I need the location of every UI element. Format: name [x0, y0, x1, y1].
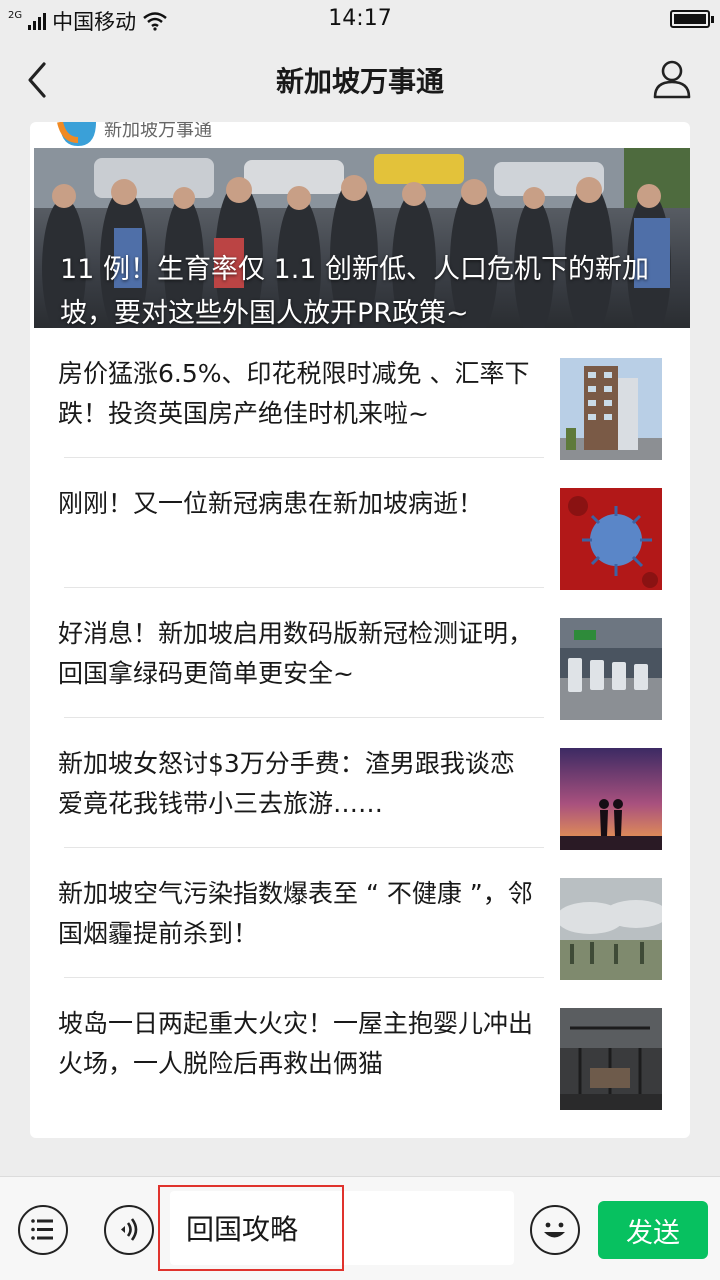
- battery-fill: [674, 14, 706, 24]
- brand-name: 新加坡万事通: [104, 122, 212, 141]
- article-item[interactable]: 新加坡女怒讨$3万分手费：渣男跟我谈恋爱竟花我钱带小三去旅游……: [30, 718, 690, 850]
- list-icon: [31, 1219, 53, 1240]
- article-title: 好消息！新加坡启用数码版新冠检测证明，回国拿绿码更简单更安全~: [58, 619, 534, 688]
- article-item[interactable]: 坡岛一日两起重大火灾！一屋主抱婴儿冲出火场，一人脱险后再救出俩猫: [30, 978, 690, 1110]
- nav-bar: 新加坡万事通: [0, 38, 720, 120]
- article-title: 刚刚！又一位新冠病患在新加坡病逝！: [58, 489, 484, 518]
- article-item[interactable]: 刚刚！又一位新冠病患在新加坡病逝！: [30, 458, 690, 590]
- menu-button[interactable]: [18, 1205, 68, 1255]
- brand-logo-icon: [57, 122, 96, 146]
- article-list: 房价猛涨6.5%、印花税限时减免 、汇率下跌！投资英国房产绝佳时机来啦~ 刚刚！又…: [30, 328, 690, 1110]
- status-bar: 2G 中国移动 14:17: [0, 0, 720, 38]
- battery-icon: [670, 10, 714, 28]
- bottom-input-bar: 发送: [0, 1176, 720, 1280]
- article-thumbnail: [560, 1008, 662, 1110]
- status-time: 14:17: [328, 6, 392, 31]
- article-thumbnail: [560, 618, 662, 720]
- article-card: 11 例！生育率仅 1.1 创新低、人口危机下的新加坡，要对这些外国人放开PR政…: [30, 122, 690, 1138]
- brand-tag: 新加坡万事通: [50, 122, 288, 148]
- article-item[interactable]: 好消息！新加坡启用数码版新冠检测证明，回国拿绿码更简单更安全~: [30, 588, 690, 720]
- profile-icon[interactable]: [652, 58, 692, 100]
- hero-title: 11 例！生育率仅 1.1 创新低、人口危机下的新加坡，要对这些外国人放开PR政…: [60, 254, 650, 328]
- article-item[interactable]: 房价猛涨6.5%、印花税限时减免 、汇率下跌！投资英国房产绝佳时机来啦~: [30, 328, 690, 460]
- voice-button[interactable]: [104, 1205, 154, 1255]
- article-thumbnail: [560, 358, 662, 460]
- article-thumbnail: [560, 488, 662, 590]
- page-title: 新加坡万事通: [275, 65, 444, 98]
- article-title: 房价猛涨6.5%、印花税限时减免 、汇率下跌！投资英国房产绝佳时机来啦~: [58, 359, 530, 428]
- emoji-icon: [544, 1222, 565, 1238]
- voice-icon: [121, 1218, 138, 1241]
- article-title: 坡岛一日两起重大火灾！一屋主抱婴儿冲出火场，一人脱险后再救出俩猫: [58, 1009, 534, 1078]
- emoji-button[interactable]: [530, 1205, 580, 1255]
- article-title: 新加坡女怒讨$3万分手费：渣男跟我谈恋爱竟花我钱带小三去旅游……: [58, 749, 515, 818]
- hero-article[interactable]: 11 例！生育率仅 1.1 创新低、人口危机下的新加坡，要对这些外国人放开PR政…: [34, 148, 690, 328]
- article-thumbnail: [560, 748, 662, 850]
- message-input[interactable]: [170, 1191, 514, 1265]
- send-button[interactable]: 发送: [598, 1201, 708, 1259]
- article-thumbnail: [560, 878, 662, 980]
- article-title: 新加坡空气污染指数爆表至 “ 不健康 ”，邻国烟霾提前杀到！: [58, 879, 533, 948]
- article-item[interactable]: 新加坡空气污染指数爆表至 “ 不健康 ”，邻国烟霾提前杀到！: [30, 848, 690, 980]
